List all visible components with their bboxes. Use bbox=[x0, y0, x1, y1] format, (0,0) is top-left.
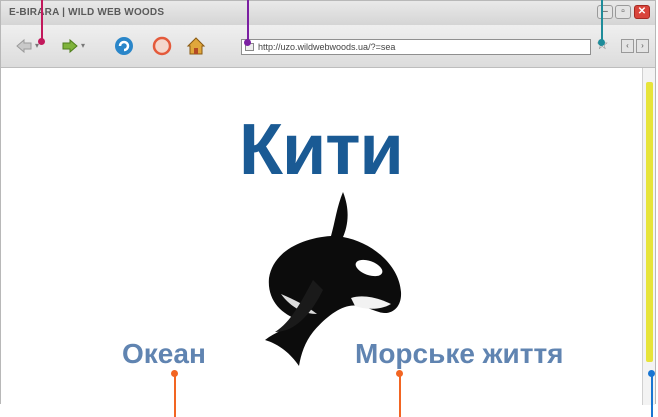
tab-list-button[interactable]: ‹ bbox=[621, 39, 634, 53]
sea-life-link[interactable]: Морське життя bbox=[355, 338, 564, 370]
page-title: Кити bbox=[239, 110, 404, 190]
minimize-button[interactable]: – bbox=[597, 5, 613, 19]
maximize-button[interactable]: ▫ bbox=[615, 5, 631, 19]
refresh-icon[interactable] bbox=[113, 35, 135, 57]
page-content: Кити Океан Морське життя bbox=[1, 68, 642, 405]
go-button[interactable]: › bbox=[636, 39, 649, 53]
stop-icon[interactable] bbox=[151, 35, 173, 57]
callout-line-sea-life bbox=[399, 374, 401, 417]
callout-line-navigation bbox=[41, 0, 43, 40]
callout-line-address bbox=[247, 0, 249, 41]
callout-dot-address bbox=[244, 39, 251, 46]
callout-dot-bookmark bbox=[598, 39, 605, 46]
title-bar[interactable]: E-BIRARA | WILD WEB WOODS – ▫ ✕ bbox=[1, 1, 655, 26]
callout-dot-navigation bbox=[38, 38, 45, 45]
address-bar[interactable]: http://uzo.wildwebwoods.ua/?=sea bbox=[241, 39, 591, 55]
forward-arrow-icon[interactable] bbox=[59, 35, 81, 57]
window-title: E-BIRARA | WILD WEB WOODS bbox=[9, 7, 165, 18]
callout-line-scrollbar bbox=[651, 374, 653, 417]
browser-window: E-BIRARA | WILD WEB WOODS – ▫ ✕ ▾ ▾ http… bbox=[0, 0, 656, 405]
callout-line-ocean bbox=[174, 374, 176, 417]
navigation-toolbar: ▾ ▾ http://uzo.wildwebwoods.ua/?=sea ☆ ‹… bbox=[1, 25, 655, 68]
scroll-thumb[interactable] bbox=[646, 82, 653, 362]
home-icon[interactable] bbox=[185, 35, 207, 57]
back-arrow-icon[interactable] bbox=[13, 35, 35, 57]
address-url[interactable]: http://uzo.wildwebwoods.ua/?=sea bbox=[258, 42, 395, 52]
ocean-link[interactable]: Океан bbox=[122, 338, 206, 370]
callout-line-bookmark bbox=[601, 0, 603, 41]
vertical-scrollbar[interactable] bbox=[642, 68, 655, 405]
forward-dropdown-icon[interactable]: ▾ bbox=[81, 41, 85, 50]
close-button[interactable]: ✕ bbox=[634, 5, 650, 19]
